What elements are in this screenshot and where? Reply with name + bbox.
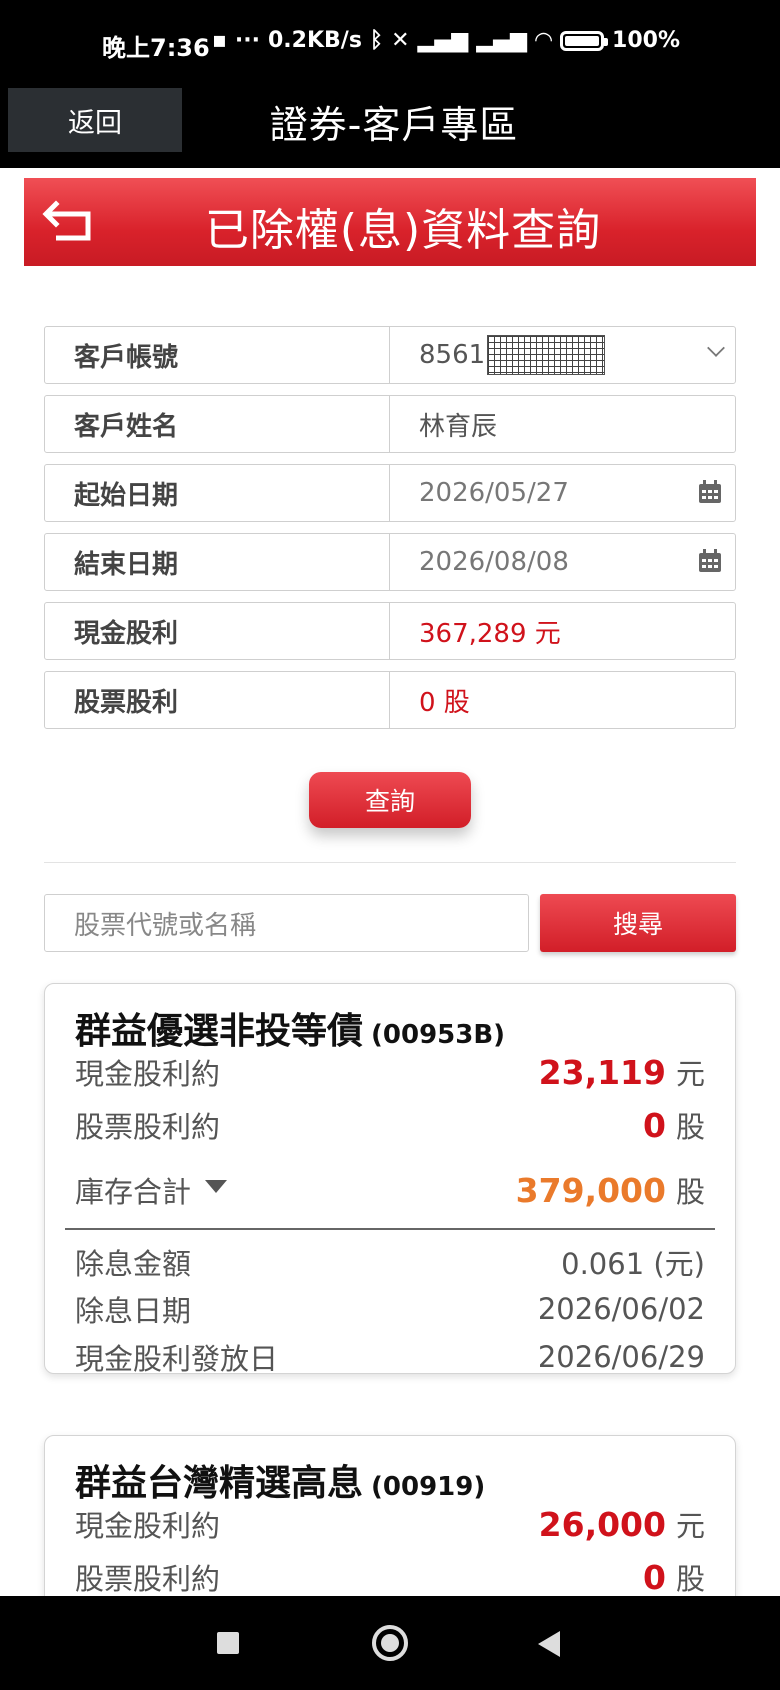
cash-dividend-label: 現金股利 <box>45 603 390 659</box>
bluetooth-icon: ᛒ <box>369 28 384 53</box>
status-bar: 晚上7:36 ▪ ··· 0.2KB/s ᛒ ✕ ▂▄▆ ▂▄▆ ◠ 100% <box>0 0 780 86</box>
ex-dividend-date-row: 除息日期 2026/06/02 <box>75 1289 705 1329</box>
stock-dividend-row: 股票股利 0 股 <box>44 671 736 729</box>
name-value: 林育辰 <box>419 411 498 442</box>
back-triangle-icon[interactable] <box>538 1631 560 1657</box>
start-date-value: 2026/05/27 <box>419 478 569 508</box>
name-label: 客戶姓名 <box>45 396 390 452</box>
pay-date-value: 2026/06/29 <box>537 1340 705 1374</box>
pay-date-label: 現金股利發放日 <box>75 1342 279 1376</box>
cash-estimate-label: 現金股利約 <box>75 1509 221 1543</box>
app-header: 返回 證券-客戶專區 <box>0 86 780 168</box>
main-content: 已除權(息)資料查詢 客戶帳號 8561 客戶姓名 林育辰 起始日期 2026/… <box>0 168 780 1596</box>
network-speed: 0.2KB/s <box>268 28 362 53</box>
card-title: 群益台灣精選高息 (00919) <box>75 1454 485 1506</box>
signal-icon: ▂▄▆ <box>417 28 469 53</box>
end-date-value: 2026/08/08 <box>419 547 569 577</box>
home-icon[interactable] <box>372 1625 408 1661</box>
dividend-card: 群益優選非投等債 (00953B) 現金股利約 23,119 元 股票股利約 0股 … <box>44 983 736 1377</box>
payment-date-row: 現金股利發放日 2026/06/29 <box>75 1337 705 1377</box>
chevron-down-icon <box>707 339 725 357</box>
holding-unit: 股 <box>675 1175 705 1209</box>
stock-unit: 股 <box>675 1562 705 1596</box>
holding-total-row[interactable]: 庫存合計 379,000 股 <box>75 1170 705 1210</box>
message-icon: ▪ <box>212 28 227 53</box>
account-value: 8561 <box>419 340 486 370</box>
app-title: 證券-客戶專區 <box>269 103 519 147</box>
ex-date-value: 2026/06/02 <box>537 1292 705 1326</box>
ex-dividend-amount-row: 除息金額 0.061 (元) <box>75 1242 705 1282</box>
page-title: 已除權(息)資料查詢 <box>204 205 602 256</box>
masked-account-digits <box>487 335 606 375</box>
search-button[interactable]: 搜尋 <box>540 894 736 952</box>
recent-apps-icon[interactable] <box>217 1632 239 1654</box>
holding-value: 379,000 <box>515 1171 666 1210</box>
stock-unit: 股 <box>675 1110 705 1144</box>
query-button[interactable]: 查詢 <box>309 772 471 828</box>
stock-name: 群益優選非投等債 <box>75 1011 364 1052</box>
signal-icon: ▂▄▆ <box>476 28 528 53</box>
end-date-row: 結束日期 2026/08/08 <box>44 533 736 591</box>
cash-estimate-label: 現金股利約 <box>75 1057 221 1091</box>
cash-unit: 元 <box>675 1509 705 1543</box>
calendar-icon[interactable] <box>697 548 723 574</box>
query-form: 客戶帳號 8561 客戶姓名 林育辰 起始日期 2026/05/27 結束日期 … <box>44 326 736 740</box>
card-separator <box>65 1228 715 1230</box>
stock-dividend-value: 0 股 <box>419 687 470 718</box>
stock-code: (00953B) <box>371 1020 506 1050</box>
stock-code: (00919) <box>371 1472 486 1502</box>
ex-amount-label: 除息金額 <box>75 1247 192 1281</box>
card-title: 群益優選非投等債 (00953B) <box>75 1002 505 1054</box>
caret-down-icon[interactable] <box>205 1179 228 1193</box>
battery-level: 100% <box>612 28 680 53</box>
page-banner: 已除權(息)資料查詢 <box>24 178 756 266</box>
more-icon: ··· <box>234 28 260 53</box>
end-date-label: 結束日期 <box>45 534 390 590</box>
cash-dividend-estimate-row: 現金股利約 23,119 元 <box>75 1052 705 1092</box>
divider <box>44 862 736 863</box>
ex-amount-value: 0.061 (元) <box>561 1247 705 1281</box>
start-date-row: 起始日期 2026/05/27 <box>44 464 736 522</box>
search-input[interactable]: 股票代號或名稱 <box>44 894 529 952</box>
stock-estimate-value: 0 <box>643 1558 666 1596</box>
dividend-card: 群益台灣精選高息 (00919) 現金股利約 26,000 元 股票股利約 0股 <box>44 1435 736 1596</box>
end-date-field[interactable]: 2026/08/08 <box>390 534 735 590</box>
stock-estimate-value: 0 <box>643 1106 666 1145</box>
cash-dividend-value: 367,289 元 <box>419 618 561 649</box>
battery-icon <box>560 30 609 51</box>
account-label: 客戶帳號 <box>45 327 390 383</box>
start-date-field[interactable]: 2026/05/27 <box>390 465 735 521</box>
stock-estimate-label: 股票股利約 <box>75 1562 221 1596</box>
wifi-icon: ◠ <box>535 28 553 53</box>
cash-dividend-estimate-row: 現金股利約 26,000 元 <box>75 1504 705 1544</box>
ex-date-label: 除息日期 <box>75 1294 192 1328</box>
name-row: 客戶姓名 林育辰 <box>44 395 736 453</box>
silent-icon: ✕ <box>391 28 410 53</box>
stock-dividend-label: 股票股利 <box>45 672 390 728</box>
stock-name: 群益台灣精選高息 <box>75 1463 364 1504</box>
cash-unit: 元 <box>675 1057 705 1091</box>
stock-estimate-label: 股票股利約 <box>75 1110 221 1144</box>
stock-dividend-estimate-row: 股票股利約 0股 <box>75 1557 705 1596</box>
account-select[interactable]: 8561 <box>390 327 735 383</box>
cash-estimate-value: 26,000 <box>538 1505 666 1544</box>
stock-dividend-estimate-row: 股票股利約 0股 <box>75 1105 705 1145</box>
cash-dividend-row: 現金股利 367,289 元 <box>44 602 736 660</box>
status-time: 晚上7:36 <box>102 34 210 62</box>
cash-estimate-value: 23,119 <box>538 1053 666 1092</box>
status-icons: ▪ ··· 0.2KB/s ᛒ ✕ ▂▄▆ ▂▄▆ ◠ 100% <box>212 28 680 53</box>
calendar-icon[interactable] <box>697 479 723 505</box>
start-date-label: 起始日期 <box>45 465 390 521</box>
system-nav-bar <box>0 1596 780 1690</box>
account-row: 客戶帳號 8561 <box>44 326 736 384</box>
holding-label: 庫存合計 <box>75 1175 192 1209</box>
